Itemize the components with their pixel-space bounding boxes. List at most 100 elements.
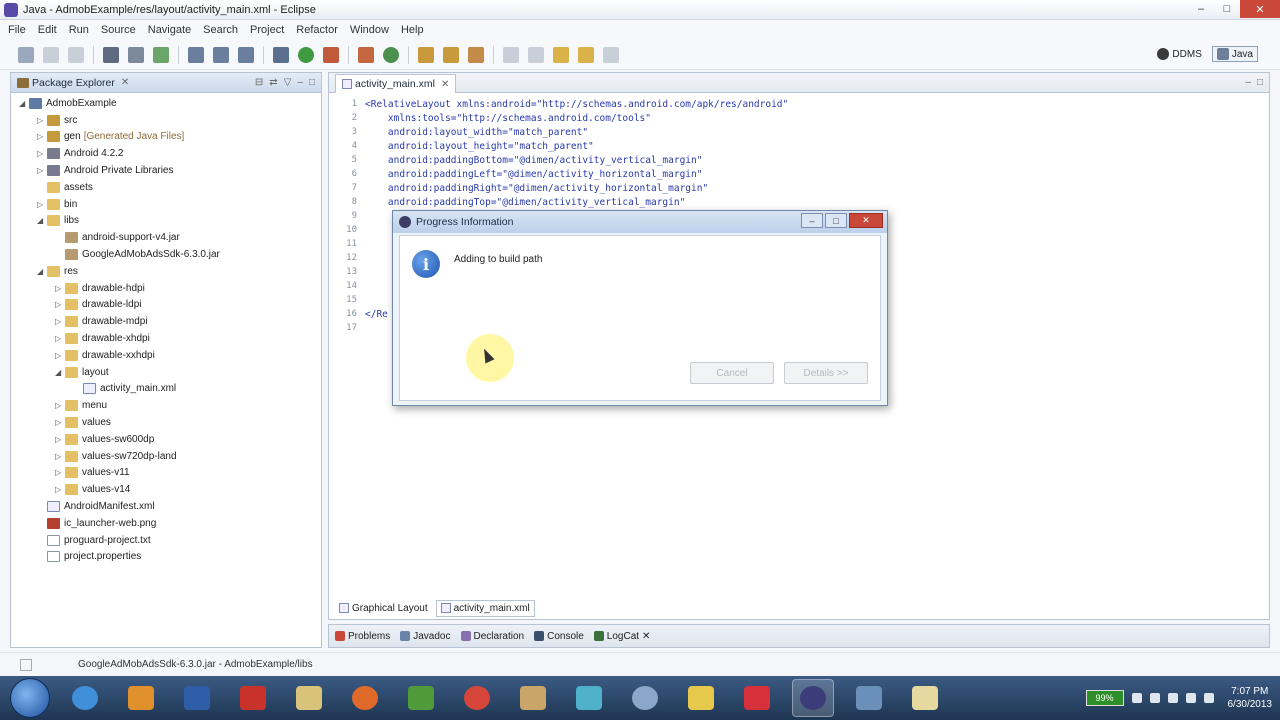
tree-item[interactable]: ▷ values-v11 bbox=[11, 465, 321, 482]
package-explorer-tab[interactable]: Package Explorer ✕ ⊟ ⇄ ▽ – □ bbox=[11, 73, 321, 93]
expand-arrow-icon[interactable]: ▷ bbox=[55, 284, 63, 293]
next-annotation-icon[interactable] bbox=[503, 46, 519, 63]
tree-item[interactable]: ▷ values bbox=[11, 414, 321, 431]
tree-item[interactable]: project.properties bbox=[11, 549, 321, 566]
expand-arrow-icon[interactable]: ▷ bbox=[55, 485, 63, 494]
tray-icon[interactable] bbox=[1131, 693, 1142, 703]
new-xml-icon[interactable] bbox=[238, 46, 254, 63]
tree-item[interactable]: ▷ values-sw720dp-land bbox=[11, 448, 321, 465]
menu-search[interactable]: Search bbox=[203, 24, 238, 36]
expand-arrow-icon[interactable]: ◢ bbox=[55, 368, 63, 377]
expand-arrow-icon[interactable]: ◢ bbox=[19, 99, 27, 108]
menu-run[interactable]: Run bbox=[69, 24, 89, 36]
details-button[interactable]: Details >> bbox=[784, 362, 868, 384]
close-icon[interactable]: ✕ bbox=[642, 631, 650, 642]
maximize-button[interactable]: □ bbox=[1214, 0, 1240, 18]
debug-icon[interactable] bbox=[273, 46, 289, 63]
link-editor-icon[interactable]: ⇄ bbox=[269, 77, 277, 88]
tree-item[interactable]: ▷ bin bbox=[11, 196, 321, 213]
expand-arrow-icon[interactable]: ▷ bbox=[55, 418, 63, 427]
external-tools-icon[interactable] bbox=[323, 46, 339, 63]
tree-item[interactable]: ic_launcher-web.png bbox=[11, 515, 321, 532]
minimize-button[interactable]: – bbox=[1188, 0, 1214, 18]
perspective-ddms[interactable]: DDMS bbox=[1153, 47, 1205, 61]
tree-item[interactable]: ▷ values-sw600dp bbox=[11, 431, 321, 448]
expand-arrow-icon[interactable]: ▷ bbox=[37, 132, 45, 141]
tree-item[interactable]: AndroidManifest.xml bbox=[11, 498, 321, 515]
expand-arrow-icon[interactable]: ▷ bbox=[55, 468, 63, 477]
tab-graphical-layout[interactable]: Graphical Layout bbox=[335, 601, 432, 616]
view-menu-icon[interactable]: ▽ bbox=[284, 77, 292, 88]
new-class-icon[interactable] bbox=[213, 46, 229, 63]
tree-item[interactable]: ▷ Android Private Libraries bbox=[11, 162, 321, 179]
taskbar-app-green[interactable] bbox=[400, 679, 442, 717]
avd-manager-icon[interactable] bbox=[128, 46, 144, 63]
flag-icon[interactable] bbox=[1167, 693, 1178, 703]
tree-item[interactable]: ▷ values-v14 bbox=[11, 481, 321, 498]
close-button[interactable]: ✕ bbox=[1240, 0, 1280, 18]
menu-project[interactable]: Project bbox=[250, 24, 284, 36]
new-package-icon[interactable] bbox=[383, 46, 399, 63]
cancel-button[interactable]: Cancel bbox=[690, 362, 774, 384]
taskbar-word[interactable] bbox=[176, 679, 218, 717]
show-hidden-icons-icon[interactable] bbox=[1149, 693, 1160, 703]
last-edit-icon[interactable] bbox=[603, 46, 619, 63]
tree-item[interactable]: GoogleAdMobAdsSdk-6.3.0.jar bbox=[11, 246, 321, 263]
taskbar-eclipse[interactable] bbox=[792, 679, 834, 717]
open-resource-icon[interactable] bbox=[418, 46, 434, 63]
tree-item[interactable]: assets bbox=[11, 179, 321, 196]
expand-arrow-icon[interactable]: ▷ bbox=[55, 401, 63, 410]
maximize-view-icon[interactable]: □ bbox=[309, 77, 315, 88]
taskbar-app-swirl[interactable] bbox=[624, 679, 666, 717]
maximize-view-icon[interactable]: □ bbox=[1257, 77, 1263, 88]
clock[interactable]: 7:07 PM 6/30/2013 bbox=[1228, 685, 1273, 711]
editor-tab-activity-main[interactable]: activity_main.xml ✕ bbox=[335, 74, 457, 93]
tree-item[interactable]: android-support-v4.jar bbox=[11, 229, 321, 246]
expand-arrow-icon[interactable]: ▷ bbox=[55, 300, 63, 309]
expand-arrow-icon[interactable]: ▷ bbox=[55, 351, 63, 360]
battery-indicator[interactable]: 99% bbox=[1085, 690, 1124, 706]
save-icon[interactable] bbox=[43, 46, 59, 63]
menu-window[interactable]: Window bbox=[350, 24, 389, 36]
new-icon[interactable] bbox=[18, 46, 34, 63]
expand-arrow-icon[interactable]: ◢ bbox=[37, 267, 45, 276]
taskbar-app-teal[interactable] bbox=[568, 679, 610, 717]
start-button[interactable] bbox=[10, 678, 50, 718]
tab-console[interactable]: Console bbox=[534, 631, 584, 642]
back-icon[interactable] bbox=[553, 46, 569, 63]
menu-source[interactable]: Source bbox=[101, 24, 136, 36]
expand-arrow-icon[interactable]: ▷ bbox=[55, 435, 63, 444]
tab-xml-source[interactable]: activity_main.xml bbox=[435, 599, 535, 617]
forward-icon[interactable] bbox=[578, 46, 594, 63]
taskbar-notes[interactable] bbox=[680, 679, 722, 717]
tree-item[interactable]: ▷ drawable-hdpi bbox=[11, 280, 321, 297]
close-icon[interactable]: ✕ bbox=[441, 79, 449, 90]
tree-item[interactable]: ▷ drawable-ldpi bbox=[11, 297, 321, 314]
menu-edit[interactable]: Edit bbox=[38, 24, 57, 36]
collapse-all-icon[interactable]: ⊟ bbox=[255, 77, 263, 88]
dialog-maximize-button[interactable]: □ bbox=[825, 213, 847, 228]
tree-item[interactable]: ▷ gen [Generated Java Files] bbox=[11, 129, 321, 146]
minimize-view-icon[interactable]: – bbox=[297, 77, 303, 88]
taskbar-filezilla[interactable] bbox=[232, 679, 274, 717]
tree-item[interactable]: proguard-project.txt bbox=[11, 532, 321, 549]
taskbar-paint[interactable] bbox=[512, 679, 554, 717]
open-type-icon[interactable] bbox=[358, 46, 374, 63]
tab-logcat[interactable]: LogCat ✕ bbox=[593, 631, 650, 642]
minimize-view-icon[interactable]: – bbox=[1245, 77, 1251, 88]
expand-arrow-icon[interactable]: ▷ bbox=[37, 200, 45, 209]
tree-item[interactable]: ▷ src bbox=[11, 112, 321, 129]
tree-item[interactable]: ▷ Android 4.2.2 bbox=[11, 145, 321, 162]
taskbar-firefox[interactable] bbox=[344, 679, 386, 717]
volume-icon[interactable] bbox=[1203, 693, 1214, 703]
tree-item[interactable]: ◢ layout bbox=[11, 364, 321, 381]
tree-item[interactable]: ◢ AdmobExample bbox=[11, 95, 321, 112]
annotation-icon[interactable] bbox=[468, 46, 484, 63]
taskbar-notepad[interactable] bbox=[904, 679, 946, 717]
tree-item[interactable]: ◢ res bbox=[11, 263, 321, 280]
android-sdk-icon[interactable] bbox=[103, 46, 119, 63]
taskbar-remote[interactable] bbox=[848, 679, 890, 717]
tab-problems[interactable]: Problems bbox=[335, 631, 390, 642]
expand-arrow-icon[interactable]: ▷ bbox=[55, 317, 63, 326]
print-icon[interactable] bbox=[68, 46, 84, 63]
